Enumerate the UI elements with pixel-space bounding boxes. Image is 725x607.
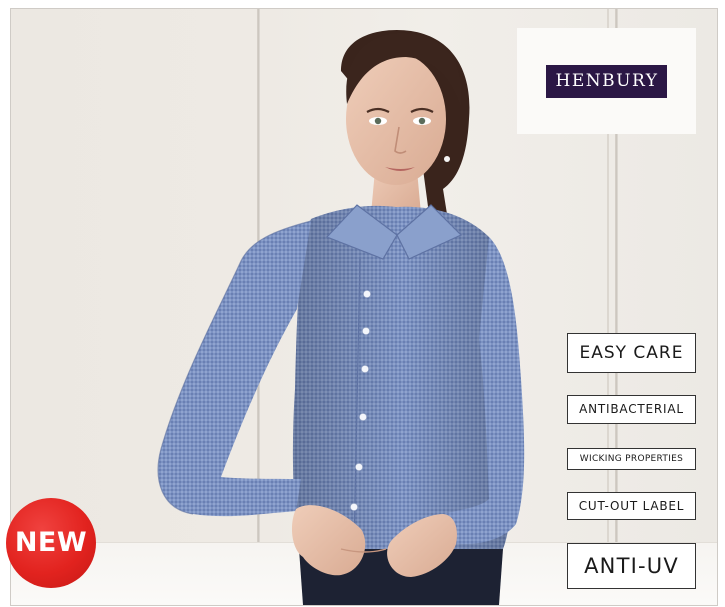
- feature-cut-out-label-label: CUT-OUT LABEL: [567, 492, 696, 520]
- new-badge: NEW: [6, 498, 96, 588]
- brand-logo: HENBURY: [545, 64, 668, 98]
- feature-easy-care-label: EASY CARE: [567, 333, 696, 373]
- feature-anti-uv-label: ANTI-UV: [567, 543, 696, 589]
- feature-wicking-properties-label: WICKING PROPERTIES: [567, 448, 696, 470]
- left-sleeve: [158, 221, 311, 517]
- brand-logo-box: HENBURY: [517, 28, 696, 134]
- product-banner: HENBURY EASY CARE ANTIBACTERIAL WICKING …: [0, 0, 725, 607]
- feature-antibacterial-label: ANTIBACTERIAL: [567, 395, 696, 424]
